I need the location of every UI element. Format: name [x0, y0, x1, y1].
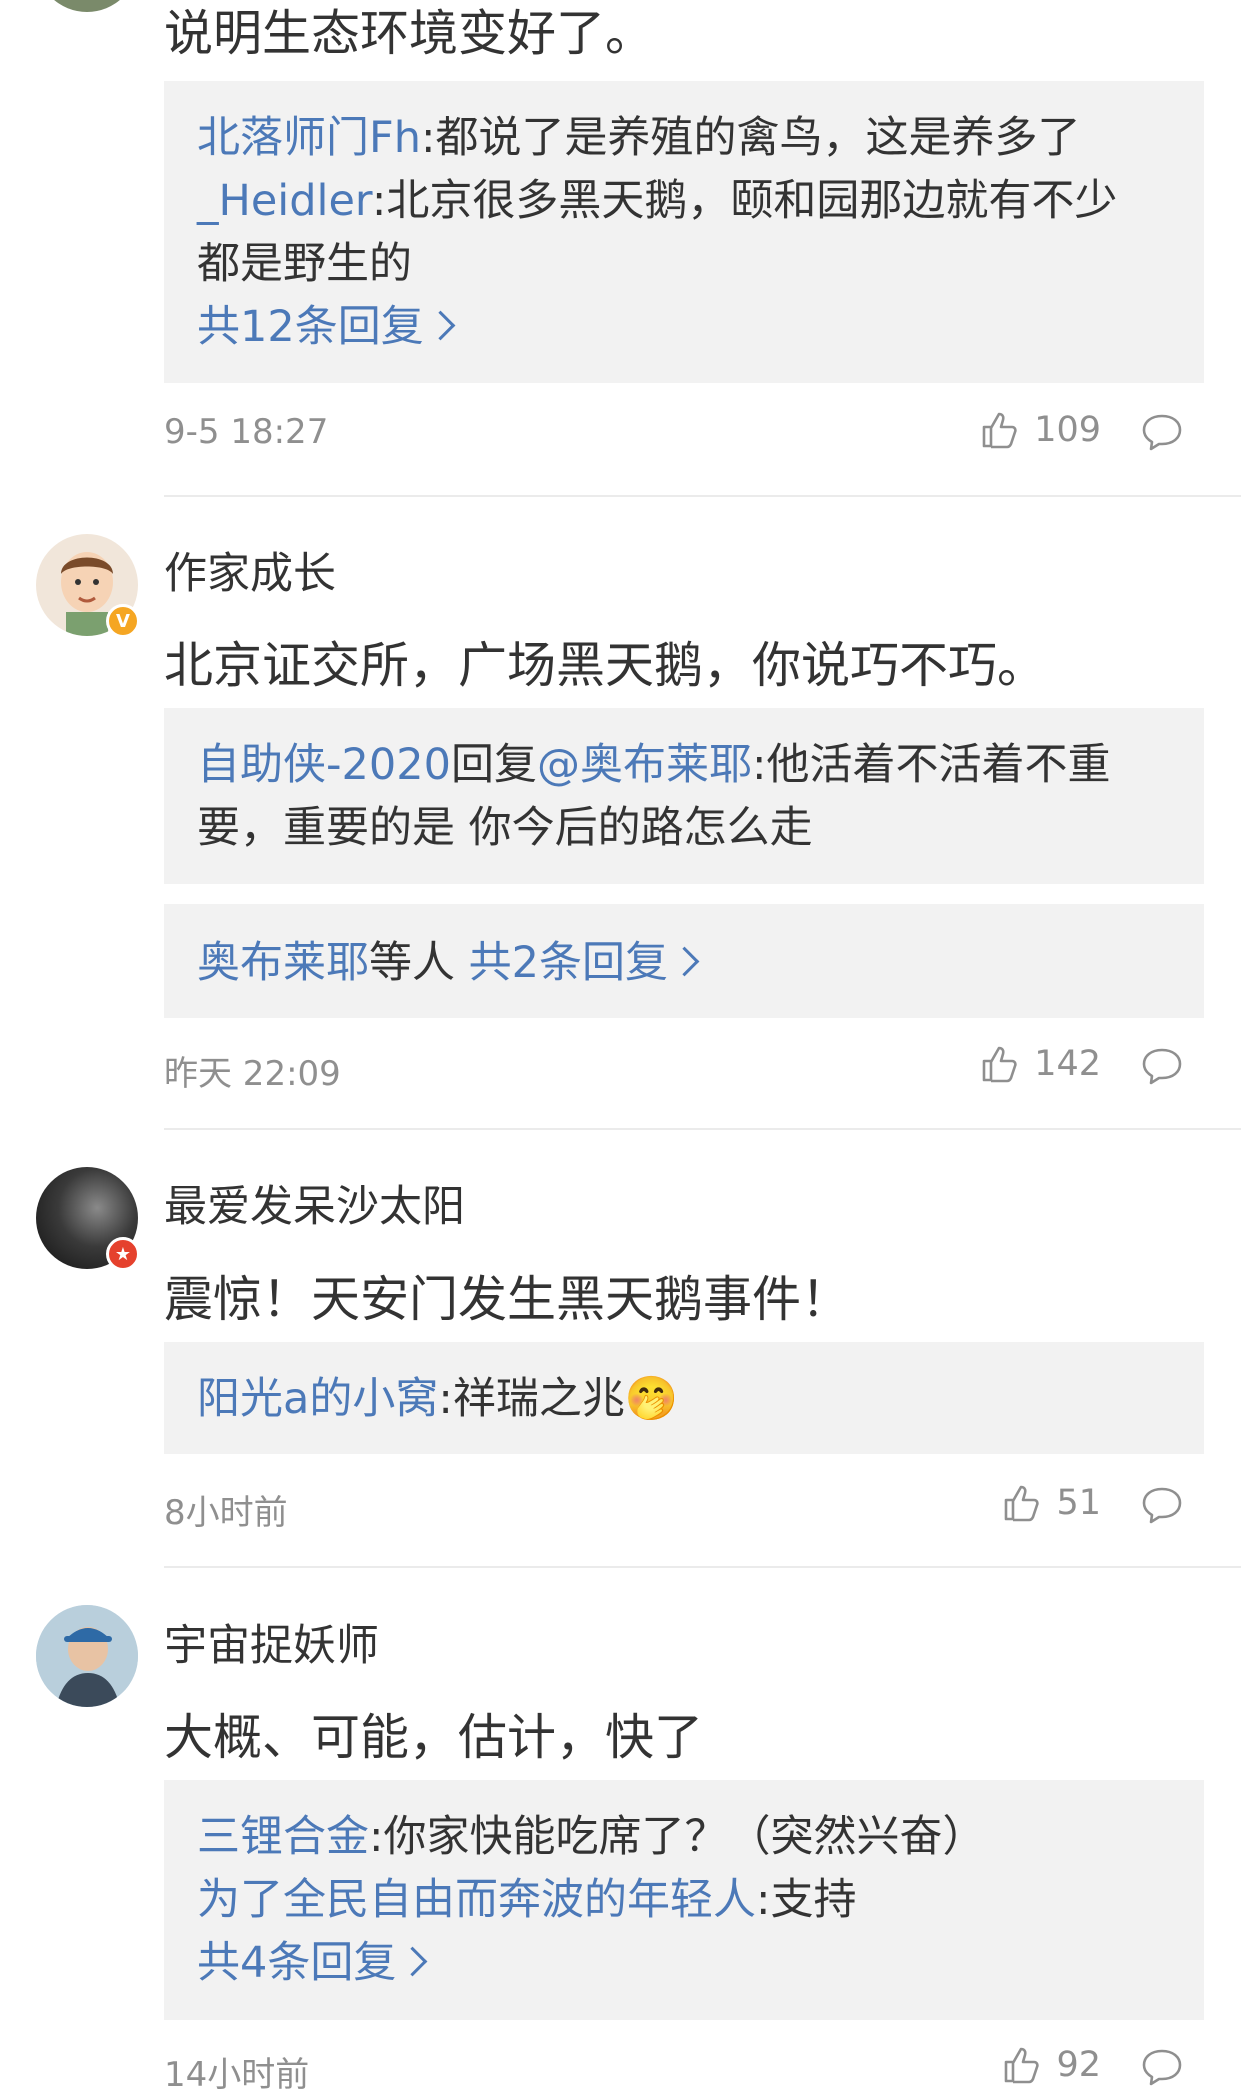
- reply-item: _Heidler:北京很多黑天鹅，颐和园那边就有不少: [197, 170, 1171, 233]
- reply-text: 等人: [369, 938, 469, 988]
- reply-user[interactable]: 北落师门Fh: [197, 113, 421, 163]
- comment-content: 大概、可能，估计，快了: [164, 1709, 704, 1766]
- chevron-right-icon: [398, 1946, 428, 1977]
- divider: [164, 1128, 1241, 1130]
- comment-time: 8小时前: [164, 1493, 288, 1533]
- more-replies-link[interactable]: 共12条回复: [197, 296, 1171, 359]
- comment-time: 9-5 18:27: [164, 412, 329, 452]
- reply-text: :祥瑞之兆: [438, 1374, 625, 1424]
- thumbs-up-icon: [1005, 2047, 1040, 2084]
- verified-icon: ★: [106, 1237, 140, 1271]
- reply-box[interactable]: 自助侠-2020回复@奥布莱耶:他活着不活着不重 要，重要的是 你今后的路怎么走: [164, 708, 1204, 884]
- emoji-icon: 🤭: [624, 1374, 679, 1424]
- avatar[interactable]: [36, 1605, 138, 1707]
- comment-icon[interactable]: [1141, 1046, 1183, 1086]
- reply-item: 三锂合金:你家快能吃席了？（突然兴奋）: [197, 1806, 1171, 1869]
- reply-text: :北京很多黑天鹅，颐和园那边就有不少: [371, 176, 1118, 226]
- chevron-right-icon: [669, 946, 700, 977]
- comment-icon[interactable]: [1141, 1485, 1183, 1525]
- comment-content: 北京证交所，广场黑天鹅，你说巧不巧。: [164, 637, 1047, 694]
- like-count: 92: [1056, 2045, 1101, 2085]
- reply-text: 要，重要的是 你今后的路怎么走: [197, 803, 813, 853]
- comment-time: 14小时前: [164, 2055, 310, 2095]
- like-count: 109: [1034, 410, 1101, 450]
- like-button[interactable]: 142: [980, 1044, 1101, 1084]
- thumbs-up-icon: [982, 412, 1017, 449]
- reply-box[interactable]: 三锂合金:你家快能吃席了？（突然兴奋） 为了全民自由而奔波的年轻人:支持 共4条…: [164, 1780, 1204, 2020]
- verified-icon: V: [106, 604, 140, 638]
- avatar[interactable]: V: [36, 534, 140, 638]
- reply-text: :你家快能吃席了？（突然兴奋）: [369, 1812, 986, 1862]
- reply-item: 北落师门Fh:都说了是养殖的禽鸟，这是养多了: [197, 107, 1171, 170]
- reply-item: 自助侠-2020回复@奥布莱耶:他活着不活着不重: [197, 734, 1171, 797]
- chevron-right-icon: [425, 310, 456, 341]
- comment-time: 昨天 22:09: [164, 1054, 341, 1094]
- reply-item: 为了全民自由而奔波的年轻人:支持: [197, 1869, 1171, 1932]
- divider: [164, 1566, 1241, 1568]
- reply-item: 阳光a的小窝:祥瑞之兆🤭: [197, 1368, 1171, 1431]
- reply-user[interactable]: _Heidler: [197, 176, 372, 226]
- comment-icon[interactable]: [1141, 412, 1183, 452]
- reply-user[interactable]: 阳光a的小窝: [197, 1374, 438, 1424]
- reply-text: 回复: [450, 740, 537, 790]
- avatar[interactable]: [36, 0, 138, 12]
- avatar[interactable]: ★: [36, 1167, 140, 1271]
- like-button[interactable]: 109: [980, 410, 1101, 450]
- reply-user[interactable]: 为了全民自由而奔波的年轻人: [197, 1875, 756, 1925]
- thumbs-up-icon: [1005, 1485, 1040, 1522]
- comment-icon[interactable]: [1141, 2047, 1183, 2087]
- username[interactable]: 作家成长: [164, 539, 336, 601]
- comment-content: 说明生态环境变好了。: [164, 5, 655, 62]
- reply-text: :都说了是养殖的禽鸟，这是养多了: [421, 113, 1081, 163]
- reply-text: 都是野生的: [197, 239, 412, 289]
- like-button[interactable]: 92: [1002, 2045, 1101, 2085]
- like-count: 51: [1056, 1483, 1101, 1523]
- like-count: 142: [1034, 1044, 1101, 1084]
- reply-text: :支持: [756, 1875, 857, 1925]
- thumbs-up-icon: [982, 1046, 1017, 1083]
- reply-box[interactable]: 北落师门Fh:都说了是养殖的禽鸟，这是养多了 _Heidler:北京很多黑天鹅，…: [164, 81, 1204, 383]
- divider: [164, 495, 1241, 497]
- more-replies-box[interactable]: 奥布莱耶等人 共2条回复: [164, 904, 1204, 1018]
- username[interactable]: 最爱发呆沙太阳: [164, 1172, 465, 1234]
- like-button[interactable]: 51: [1002, 1483, 1101, 1523]
- reply-user[interactable]: 三锂合金: [197, 1812, 369, 1862]
- reply-box[interactable]: 阳光a的小窝:祥瑞之兆🤭: [164, 1342, 1204, 1454]
- reply-user[interactable]: 奥布莱耶: [197, 938, 369, 988]
- reply-text: :他活着不活着不重: [751, 740, 1111, 790]
- username[interactable]: 宇宙捉妖师: [164, 1611, 379, 1673]
- reply-user[interactable]: 自助侠-2020: [197, 740, 451, 790]
- comment-content: 震惊！天安门发生黑天鹅事件！: [164, 1271, 851, 1328]
- more-replies-link[interactable]: 共2条回复: [469, 938, 668, 988]
- mention-link[interactable]: @奥布莱耶: [537, 740, 752, 790]
- more-replies-link[interactable]: 共4条回复: [197, 1932, 1171, 1995]
